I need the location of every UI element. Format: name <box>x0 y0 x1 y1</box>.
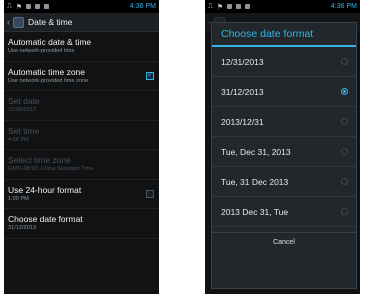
image-icon <box>236 4 242 9</box>
settings-app-icon[interactable] <box>13 16 24 28</box>
sim-icon <box>26 4 32 9</box>
option-label: 31/12/2013 <box>221 86 264 97</box>
page-title: Date & time <box>28 17 73 27</box>
option-label: 12/31/2013 <box>221 56 264 67</box>
setting-title: Choose date format <box>8 214 83 224</box>
setting-choose-date-format[interactable]: Choose date format 31/12/2013 <box>4 209 159 239</box>
setting-summary: GMT+08:00, China Standard Time <box>8 166 94 172</box>
setting-summary: Use network-provided time <box>8 48 75 54</box>
date-format-option[interactable]: Tue, 31 Dec 2013 <box>212 167 356 197</box>
right-screen: ⎍ ⚑ 4:36 PM ‹ Choose date format 12/31/2… <box>205 0 360 294</box>
setting-title: Automatic date & time <box>8 37 92 47</box>
notification-icon: ⚑ <box>216 3 224 11</box>
setting-automatic-time-zone[interactable]: Automatic time zone Use network-provided… <box>4 62 159 91</box>
notification-icon: ⚑ <box>15 3 23 11</box>
mail-icon <box>245 4 251 9</box>
setting-summary: 4:36 PM <box>8 136 29 143</box>
option-label: Tue, 31 Dec 2013 <box>221 176 289 187</box>
status-bar: ⎍ ⚑ 4:36 PM <box>205 0 360 13</box>
status-bar: ⎍ ⚑ 4:36 PM <box>4 0 159 13</box>
dialog-title: Choose date format <box>212 23 356 47</box>
action-bar: ‹ Date & time <box>4 13 159 32</box>
setting-set-date: Set date 22/08/2013 <box>4 91 159 121</box>
date-format-option[interactable]: Tue, Dec 31, 2013 <box>212 137 356 167</box>
date-format-option[interactable]: 2013/12/31 <box>212 107 356 137</box>
image-icon <box>35 4 41 9</box>
setting-summary: 31/12/2013 <box>8 225 36 231</box>
mail-icon <box>44 4 50 9</box>
option-label: 2013/12/31 <box>221 116 264 127</box>
cancel-button[interactable]: Cancel <box>212 232 356 252</box>
setting-title: Automatic time zone <box>8 66 86 77</box>
option-label: Tue, Dec 31, 2013 <box>221 146 291 157</box>
24-hour-checkbox[interactable] <box>146 189 154 198</box>
setting-set-time: Set time 4:36 PM <box>4 121 159 150</box>
setting-24-hour-format[interactable]: Use 24-hour format 1:00 PM <box>4 180 159 209</box>
date-format-option[interactable]: 31/12/2013 <box>212 77 356 107</box>
usb-icon: ⎍ <box>7 2 12 10</box>
setting-summary: 22/08/2013 <box>8 107 36 113</box>
left-screen: ⎍ ⚑ 4:36 PM ‹ Date & time Automatic date… <box>4 0 159 294</box>
usb-icon: ⎍ <box>208 2 213 10</box>
radio-button-selected[interactable] <box>341 88 348 95</box>
radio-button[interactable] <box>341 58 348 65</box>
radio-button[interactable] <box>341 208 348 215</box>
setting-automatic-date-time[interactable]: Automatic date & time Use network-provid… <box>4 32 159 62</box>
radio-button[interactable] <box>341 118 348 125</box>
setting-summary: 1:00 PM <box>8 195 29 202</box>
status-time: 4:36 PM <box>129 3 156 10</box>
setting-title: Use 24-hour format <box>8 184 82 195</box>
option-label: 2013 Dec 31, Tue <box>221 206 289 217</box>
setting-title: Select time zone <box>8 155 71 165</box>
status-time: 4:36 PM <box>330 3 357 10</box>
time-zone-checkbox[interactable] <box>146 70 154 80</box>
radio-button[interactable] <box>341 178 348 185</box>
sim-icon <box>227 4 233 9</box>
setting-summary: Use network-provided time zone <box>8 77 89 84</box>
setting-title: Set time <box>8 125 40 136</box>
setting-title: Set date <box>8 96 40 106</box>
setting-select-time-zone: Select time zone GMT+08:00, China Standa… <box>4 150 159 180</box>
radio-button[interactable] <box>341 148 348 155</box>
date-format-option[interactable]: 2013 Dec 31, Tue <box>212 197 356 227</box>
date-format-option[interactable]: 12/31/2013 <box>212 47 356 77</box>
date-format-dialog: Choose date format 12/31/2013 31/12/2013… <box>211 22 357 289</box>
